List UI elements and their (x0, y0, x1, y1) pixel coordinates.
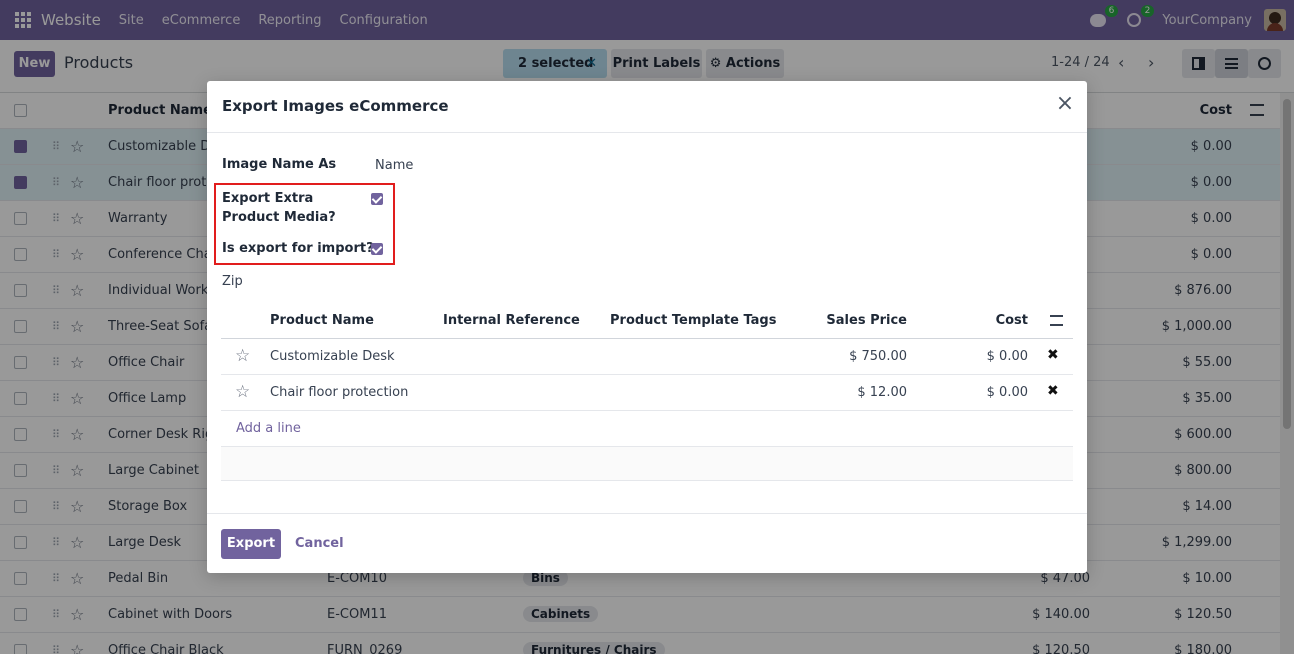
col-internal-reference[interactable]: Internal Reference (443, 313, 580, 328)
col-product-template-tags[interactable]: Product Template Tags (610, 313, 776, 328)
col-sales-price[interactable]: Sales Price (826, 313, 907, 328)
export-images-dialog: Export Images eCommerce × Image Name As … (207, 81, 1087, 573)
dialog-products-table: Product Name Internal Reference Product … (221, 303, 1073, 481)
export-extra-media-label: Export Extra Product Media? (222, 191, 336, 225)
add-line-row: Add a line (221, 411, 1073, 447)
optional-columns-icon[interactable] (1050, 315, 1063, 326)
row-cost: $ 0.00 (986, 349, 1028, 364)
zip-label: Zip (222, 274, 243, 289)
col-cost[interactable]: Cost (996, 313, 1028, 328)
delete-row-icon[interactable]: ✖ (1047, 383, 1059, 399)
delete-row-icon[interactable]: ✖ (1047, 347, 1059, 363)
cancel-button[interactable]: Cancel (295, 536, 344, 551)
empty-row (221, 447, 1073, 481)
add-a-line-link[interactable]: Add a line (236, 421, 301, 436)
table-row[interactable]: ☆ Customizable Desk $ 750.00 $ 0.00 ✖ (221, 339, 1073, 375)
is-export-for-import-checkbox[interactable] (371, 243, 383, 255)
export-extra-media-checkbox[interactable] (371, 193, 383, 205)
row-cost: $ 0.00 (986, 385, 1028, 400)
col-product-name[interactable]: Product Name (270, 313, 374, 328)
is-export-for-import-label: Is export for import? (222, 241, 374, 256)
dialog-footer: Export Cancel (207, 513, 1087, 573)
export-button[interactable]: Export (221, 529, 281, 559)
dialog-title: Export Images eCommerce (222, 97, 449, 115)
star-icon[interactable]: ☆ (235, 382, 250, 402)
dialog-table-header: Product Name Internal Reference Product … (221, 303, 1073, 339)
row-product-name: Chair floor protection (270, 385, 409, 400)
table-row[interactable]: ☆ Chair floor protection $ 12.00 $ 0.00 … (221, 375, 1073, 411)
row-product-name: Customizable Desk (270, 349, 395, 364)
star-icon[interactable]: ☆ (235, 346, 250, 366)
image-name-value[interactable]: Name (375, 158, 413, 173)
row-sales-price: $ 750.00 (849, 349, 907, 364)
dialog-header: Export Images eCommerce × (207, 81, 1087, 133)
row-sales-price: $ 12.00 (857, 385, 907, 400)
image-name-label: Image Name As (222, 157, 337, 172)
close-icon[interactable]: × (1055, 93, 1075, 115)
